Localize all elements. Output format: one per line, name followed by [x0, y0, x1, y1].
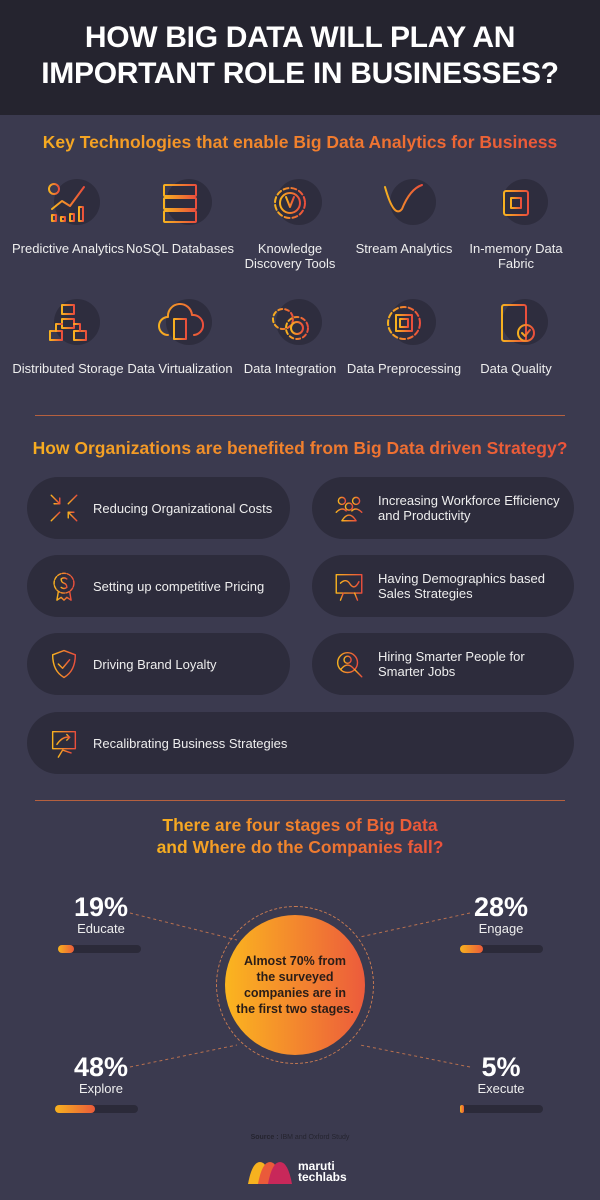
user-search-icon: [336, 651, 363, 678]
stage-name: Explore: [78, 1081, 124, 1096]
icon-badge: [374, 295, 436, 355]
technologies-heading: Key Technologies that enable Big Data An…: [0, 132, 600, 153]
technology-label: Data Integration: [243, 361, 337, 376]
technology-label: Data Virtualization: [127, 361, 233, 376]
center-text: Almost 70% from the surveyed companies a…: [236, 954, 354, 1016]
server-check-icon: [501, 304, 535, 342]
icon-badge: [374, 175, 436, 235]
gear-chip-icon: [387, 306, 421, 340]
icon-badge: [486, 175, 548, 235]
technology-item: Knowledge Discovery Tools: [230, 175, 350, 271]
icon-badge: [38, 295, 100, 355]
benefit-card: Driving Brand Loyalty: [27, 633, 290, 695]
technology-item: Data Quality: [456, 295, 576, 376]
icon-badge: [150, 175, 212, 235]
strategy-board-icon: [51, 730, 77, 758]
benefit-label: Recalibrating Business Strategies: [93, 735, 288, 751]
center-circle: Almost 70% from the surveyed companies a…: [225, 915, 365, 1055]
technology-label: In-memory Data Fabric: [469, 241, 563, 271]
benefit-label: Reducing Organizational Costs: [93, 500, 273, 516]
compress-arrows-icon: [50, 494, 78, 522]
benefit-card: Hiring Smarter People for Smarter Jobs: [312, 633, 574, 695]
technology-label: NoSQL Databases: [126, 241, 234, 256]
benefits-heading: How Organizations are benefited from Big…: [0, 438, 600, 459]
source-text: IBM and Oxford Study: [280, 1134, 350, 1141]
divider: [35, 800, 565, 801]
technology-label: Data Preprocessing: [346, 361, 462, 376]
technology-item: Data Preprocessing: [344, 295, 464, 376]
gear-wrench-icon: [274, 187, 306, 219]
technology-label: Predictive Analytics: [12, 241, 124, 256]
technology-item: Predictive Analytics: [8, 175, 128, 256]
stage-progress-bar: [58, 945, 141, 953]
stage-percent: 28%: [473, 892, 529, 922]
icon-badge: [260, 175, 322, 235]
source-label: Source :: [250, 1134, 279, 1141]
stage-stat: 48% Explore: [46, 1053, 156, 1096]
stage-stat: 5% Execute: [446, 1053, 556, 1096]
stage-progress-fill: [460, 945, 484, 953]
benefit-card: Recalibrating Business Strategies: [27, 712, 574, 774]
benefit-label: Setting up competitive Pricing: [93, 578, 265, 594]
technology-label: Distributed Storage: [12, 361, 124, 376]
icon-badge: [486, 295, 548, 355]
benefit-label: Increasing Workforce Efficiency and Prod…: [378, 493, 560, 523]
gears-icon: [272, 308, 309, 340]
team-icon: [335, 496, 363, 522]
page-title: HOW BIG DATA WILL PLAY AN IMPORTANT ROLE…: [41, 21, 559, 90]
stage-percent: 48%: [73, 1052, 129, 1082]
logo-mark-icon: [248, 1162, 292, 1184]
stage-stat: 28% Engage: [446, 893, 556, 936]
stage-progress-fill: [55, 1105, 95, 1113]
presentation-board-icon: [335, 573, 363, 601]
stage-progress-fill: [58, 945, 74, 953]
stage-percent: 5%: [481, 1052, 521, 1082]
icon-badge: [260, 295, 322, 355]
benefit-card: Reducing Organizational Costs: [27, 477, 290, 539]
chip-icon: [497, 184, 535, 222]
technology-item: NoSQL Databases: [120, 175, 240, 256]
wave-chart-icon: [384, 184, 424, 220]
benefit-card: Increasing Workforce Efficiency and Prod…: [312, 477, 574, 539]
stage-progress-fill: [460, 1105, 465, 1113]
stage-progress-bar: [460, 945, 543, 953]
stage-percent: 19%: [73, 892, 129, 922]
divider: [35, 415, 565, 416]
technology-label: Stream Analytics: [355, 241, 453, 256]
header: HOW BIG DATA WILL PLAY AN IMPORTANT ROLE…: [0, 0, 600, 115]
chart-growth-icon: [48, 183, 85, 222]
stage-name: Execute: [477, 1081, 525, 1096]
shield-check-icon: [51, 649, 77, 679]
technology-item: In-memory Data Fabric: [456, 175, 576, 271]
benefit-label: Having Demographics based Sales Strategi…: [378, 571, 545, 601]
logo: maruti techlabs: [248, 1160, 347, 1184]
benefit-card: Setting up competitive Pricing: [27, 555, 290, 617]
benefit-label: Hiring Smarter People for Smarter Jobs: [378, 649, 525, 679]
dollar-badge-icon: [53, 572, 75, 601]
technology-item: Distributed Storage: [8, 295, 128, 376]
benefit-card: Having Demographics based Sales Strategi…: [312, 555, 574, 617]
icon-badge: [150, 295, 212, 355]
technology-item: Data Virtualization: [120, 295, 240, 376]
cloud-server-icon: [158, 303, 204, 340]
technology-item: Stream Analytics: [344, 175, 464, 256]
stage-progress-bar: [460, 1105, 543, 1113]
stage-name: Engage: [478, 921, 524, 936]
stages-heading: There are four stages of Big Data and Wh…: [150, 814, 450, 858]
benefit-label: Driving Brand Loyalty: [93, 656, 217, 672]
stage-name: Educate: [77, 921, 125, 936]
source-note: Source : IBM and Oxford Study: [0, 1134, 600, 1141]
stage-progress-bar: [55, 1105, 138, 1113]
server-rack-icon: [163, 184, 197, 223]
logo-text-line2: techlabs: [298, 1170, 347, 1184]
technology-label: Knowledge Discovery Tools: [244, 241, 336, 271]
technology-label: Data Quality: [480, 361, 552, 376]
stage-stat: 19% Educate: [46, 893, 156, 936]
technology-item: Data Integration: [230, 295, 350, 376]
icon-badge: [38, 175, 100, 235]
hierarchy-icon: [49, 304, 87, 341]
